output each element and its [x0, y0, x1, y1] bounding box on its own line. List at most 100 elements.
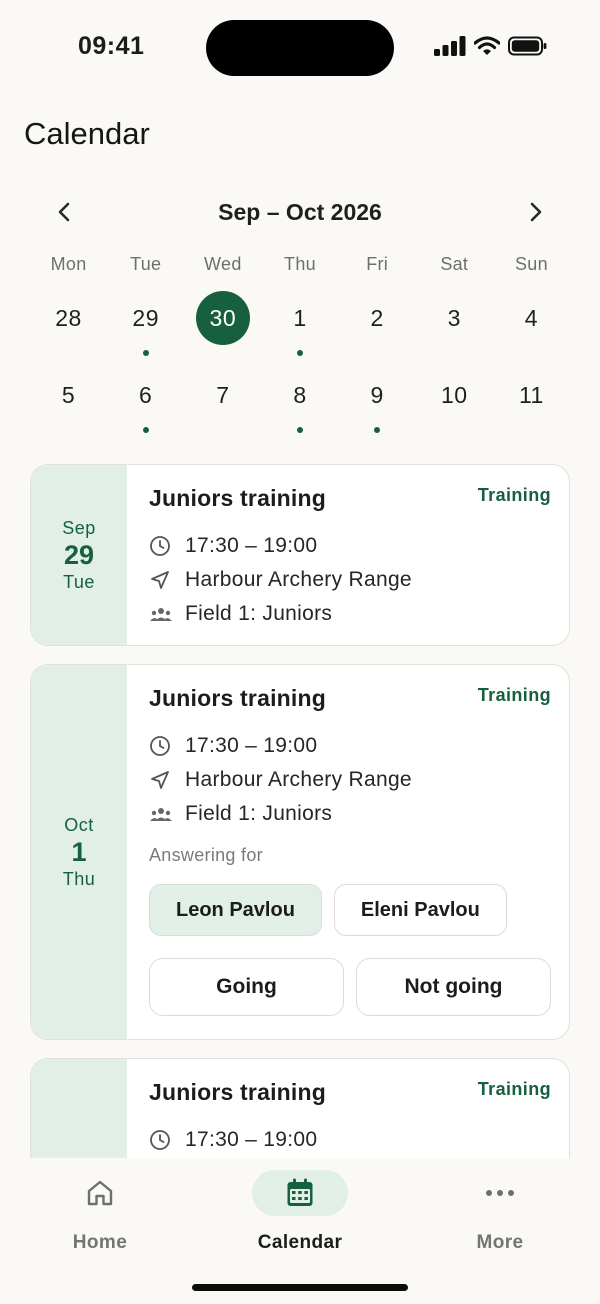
- home-icon: [87, 1180, 113, 1206]
- chevron-right-icon: [530, 202, 542, 222]
- status-bar: 09:41: [0, 0, 600, 96]
- event-details: Juniors training Training 17:30 – 19:00 …: [127, 665, 569, 1039]
- weekday-label: Thu: [284, 254, 316, 274]
- event-indicator-dot: [296, 427, 303, 433]
- event-group: Field 1: Juniors: [185, 602, 333, 625]
- calendar-day[interactable]: 10: [416, 368, 493, 438]
- day-number: 8: [293, 381, 307, 408]
- event-indicator-dot: [374, 427, 381, 433]
- calendar-day[interactable]: 8: [261, 368, 338, 438]
- tab-home[interactable]: Home: [0, 1170, 200, 1254]
- calendar-icon: [287, 1178, 313, 1206]
- event-month: Oct: [64, 814, 94, 835]
- day-number: 28: [55, 304, 82, 331]
- answering-for-label: Answering for: [149, 845, 263, 865]
- event-time-row: 17:30 – 19:00: [149, 1123, 551, 1157]
- calendar-day[interactable]: 29: [107, 291, 184, 361]
- calendar-day[interactable]: 7: [184, 368, 261, 438]
- weekday-label: Sun: [514, 254, 548, 274]
- tab-icon-container: [52, 1170, 148, 1216]
- going-button[interactable]: Going: [149, 958, 344, 1016]
- event-weekday: Thu: [62, 868, 96, 889]
- calendar-week-row: 5 6 7 8 9 10 11: [30, 368, 570, 438]
- status-time: 09:41: [78, 32, 145, 60]
- not-going-button[interactable]: Not going: [356, 958, 551, 1016]
- event-group-row: Field 1: Juniors: [149, 597, 551, 631]
- next-month-button[interactable]: [512, 190, 560, 234]
- tab-bar: Home Calendar More: [0, 1158, 600, 1304]
- calendar-day[interactable]: 2: [339, 291, 416, 361]
- event-location: Harbour Archery Range: [185, 768, 412, 791]
- calendar-day[interactable]: 28: [30, 291, 107, 361]
- day-number: 10: [440, 381, 468, 408]
- clock-icon: [149, 1129, 185, 1151]
- event-location-row: Harbour Archery Range: [149, 763, 551, 797]
- event-time: 17:30 – 19:00: [185, 1128, 318, 1151]
- event-card[interactable]: Sep 29 Tue Juniors training Training 17:…: [30, 464, 570, 646]
- tab-label: Calendar: [257, 1232, 343, 1253]
- day-number: 1: [293, 304, 307, 331]
- tab-label: More: [476, 1232, 524, 1253]
- event-time-row: 17:30 – 19:00: [149, 529, 551, 563]
- day-number: 6: [139, 381, 153, 408]
- home-indicator: [192, 1284, 408, 1291]
- event-time-row: 17:30 – 19:00: [149, 729, 551, 763]
- tab-calendar[interactable]: Calendar: [200, 1170, 400, 1254]
- weekday-label: Fri: [366, 254, 389, 274]
- person-button-eleni[interactable]: Eleni Pavlou: [333, 884, 507, 936]
- day-number: 29: [132, 304, 159, 331]
- previous-month-button[interactable]: [40, 190, 88, 234]
- day-number: 3: [447, 304, 461, 331]
- rsvp-buttons: Going Not going: [149, 958, 551, 1016]
- dynamic-island: [206, 20, 394, 76]
- tab-icon-container: [452, 1170, 548, 1216]
- more-icon: [486, 1190, 514, 1196]
- chevron-left-icon: [58, 202, 70, 222]
- event-day: 1: [71, 836, 87, 867]
- event-group: Field 1: Juniors: [185, 802, 333, 825]
- month-label: Sep – Oct 2026: [218, 198, 382, 225]
- calendar-day[interactable]: 9: [339, 368, 416, 438]
- day-number: 5: [61, 381, 76, 408]
- calendar-day[interactable]: 30: [184, 291, 261, 361]
- location-arrow-icon: [149, 569, 185, 591]
- month-header: Sep – Oct 2026: [40, 190, 560, 234]
- event-indicator-dot: [142, 350, 149, 356]
- event-weekday: Tue: [63, 571, 95, 592]
- day-number: 9: [370, 381, 384, 408]
- signal-icon: [434, 36, 466, 56]
- tab-icon-container: [252, 1170, 348, 1216]
- wifi-icon: [474, 36, 500, 55]
- event-month: Sep: [62, 517, 96, 538]
- group-icon: [149, 605, 185, 623]
- battery-icon: [508, 36, 547, 56]
- page-title: Calendar: [24, 116, 150, 151]
- selected-day-number: 30: [195, 291, 250, 345]
- calendar-day[interactable]: 11: [493, 368, 570, 438]
- weekday-header: Mon Tue Wed Thu Fri Sat Sun: [30, 254, 570, 275]
- weekday-label: Tue: [130, 254, 162, 274]
- person-button-leon[interactable]: Leon Pavlou: [149, 884, 322, 936]
- location-arrow-icon: [149, 769, 185, 791]
- calendar-day[interactable]: 3: [416, 291, 493, 361]
- event-type-tag: Training: [477, 1079, 551, 1099]
- event-date-column: Sep 29 Tue: [31, 465, 127, 645]
- event-group-row: Field 1: Juniors: [149, 797, 551, 831]
- person-selector: Leon Pavlou Eleni Pavlou: [149, 884, 551, 936]
- calendar-day[interactable]: 4: [493, 291, 570, 361]
- day-number: 7: [216, 381, 230, 408]
- event-type-tag: Training: [477, 485, 551, 505]
- tab-more[interactable]: More: [400, 1170, 600, 1254]
- calendar-day[interactable]: 6: [107, 368, 184, 438]
- calendar-day[interactable]: 5: [30, 368, 107, 438]
- event-details: Juniors training Training 17:30 – 19:00 …: [127, 465, 569, 645]
- status-icons: [434, 36, 548, 56]
- weekday-label: Mon: [50, 254, 87, 274]
- event-date-column: Oct 1 Thu: [31, 665, 127, 1039]
- clock-icon: [149, 735, 185, 757]
- day-number: 11: [518, 381, 544, 408]
- event-card[interactable]: Oct 1 Thu Juniors training Training 17:3…: [30, 664, 570, 1040]
- group-icon: [149, 805, 185, 823]
- calendar-day[interactable]: 1: [261, 291, 338, 361]
- event-type-tag: Training: [477, 685, 551, 705]
